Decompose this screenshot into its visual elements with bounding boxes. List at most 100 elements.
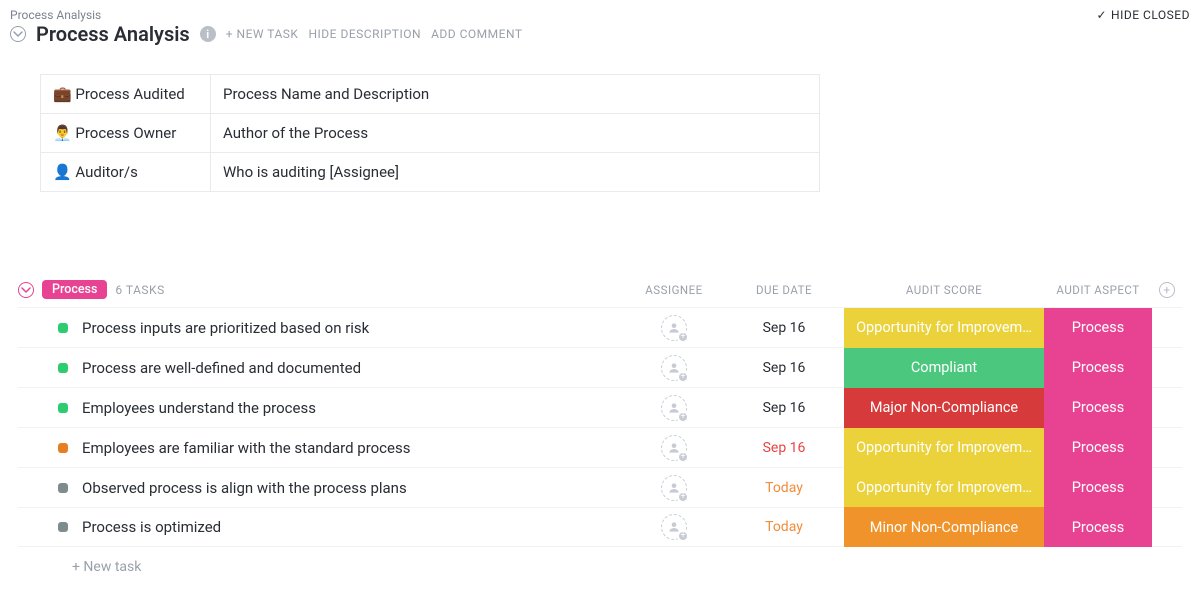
due-date[interactable]: Sep 16 <box>724 320 844 336</box>
assignee-cell[interactable]: + <box>624 315 724 341</box>
new-task-link[interactable]: + New task <box>18 547 1182 575</box>
task-main: Employees are familiar with the standard… <box>18 439 624 457</box>
due-date[interactable]: Sep 16 <box>724 400 844 416</box>
col-audit-score[interactable]: AUDIT SCORE <box>844 283 1044 297</box>
audit-aspect-cell[interactable]: Process <box>1044 388 1152 428</box>
assignee-avatar-icon[interactable]: + <box>661 435 687 461</box>
due-date[interactable]: Sep 16 <box>724 440 844 456</box>
task-name[interactable]: Process is optimized <box>82 518 221 536</box>
audit-score-chip: Minor Non-Compliance <box>844 507 1044 547</box>
audit-score-cell[interactable]: Major Non-Compliance <box>844 388 1044 428</box>
audit-score-chip: Opportunity for Improvem… <box>844 468 1044 508</box>
audit-score-chip: Major Non-Compliance <box>844 388 1044 428</box>
plus-icon: + <box>677 491 689 503</box>
desc-value[interactable]: Who is auditing [Assignee] <box>211 153 820 192</box>
audit-score-chip: Compliant <box>844 348 1044 388</box>
status-square-icon[interactable] <box>58 363 68 373</box>
desc-value[interactable]: Process Name and Description <box>211 75 820 114</box>
task-row[interactable]: Process are well-defined and documented +… <box>18 347 1182 387</box>
status-square-icon[interactable] <box>58 483 68 493</box>
task-list-section: Process 6 TASKS ASSIGNEE DUE DATE AUDIT … <box>0 280 1200 575</box>
task-name[interactable]: Observed process is align with the proce… <box>82 479 407 497</box>
plus-icon: + <box>677 530 689 542</box>
list-collapse-icon[interactable] <box>18 282 34 298</box>
audit-aspect-chip: Process <box>1044 308 1152 348</box>
due-date[interactable]: Today <box>724 519 844 535</box>
desc-label: 👨‍💼 Process Owner <box>41 114 211 153</box>
task-row[interactable]: Process is optimized + TodayMinor Non-Comp… <box>18 507 1182 547</box>
audit-aspect-cell[interactable]: Process <box>1044 308 1152 348</box>
audit-aspect-chip: Process <box>1044 428 1152 468</box>
audit-aspect-cell[interactable]: Process <box>1044 348 1152 388</box>
task-main: Observed process is align with the proce… <box>18 479 624 497</box>
audit-score-cell[interactable]: Opportunity for Improvem… <box>844 308 1044 348</box>
assignee-avatar-icon[interactable]: + <box>661 355 687 381</box>
assignee-avatar-icon[interactable]: + <box>661 315 687 341</box>
audit-aspect-chip: Process <box>1044 468 1152 508</box>
task-row[interactable]: Employees are familiar with the standard… <box>18 427 1182 467</box>
plus-icon: + <box>677 411 689 423</box>
task-name[interactable]: Process are well-defined and documented <box>82 359 361 377</box>
desc-label: 👤 Auditor/s <box>41 153 211 192</box>
task-name[interactable]: Process inputs are prioritized based on … <box>82 319 369 337</box>
desc-value[interactable]: Author of the Process <box>211 114 820 153</box>
col-audit-aspect[interactable]: AUDIT ASPECT <box>1044 283 1152 297</box>
status-square-icon[interactable] <box>58 443 68 453</box>
list-header: Process 6 TASKS ASSIGNEE DUE DATE AUDIT … <box>18 280 1182 307</box>
due-date[interactable]: Sep 16 <box>724 360 844 376</box>
assignee-cell[interactable]: + <box>624 355 724 381</box>
plus-icon: + <box>1159 282 1175 298</box>
audit-aspect-cell[interactable]: Process <box>1044 468 1152 508</box>
task-main: Process are well-defined and documented <box>18 359 624 377</box>
assignee-cell[interactable]: + <box>624 435 724 461</box>
plus-icon: + <box>677 371 689 383</box>
task-main: Process is optimized <box>18 518 624 536</box>
plus-icon: + <box>677 331 689 343</box>
status-pill[interactable]: Process <box>42 280 107 299</box>
description-row: 👨‍💼 Process OwnerAuthor of the Process <box>41 114 820 153</box>
audit-score-cell[interactable]: Opportunity for Improvem… <box>844 428 1044 468</box>
task-row[interactable]: Process inputs are prioritized based on … <box>18 307 1182 347</box>
check-icon: ✓ <box>1096 8 1107 22</box>
col-due-date[interactable]: DUE DATE <box>724 283 844 297</box>
audit-aspect-cell[interactable]: Process <box>1044 428 1152 468</box>
add-column[interactable]: + <box>1152 282 1182 298</box>
collapse-icon[interactable] <box>10 26 26 42</box>
assignee-avatar-icon[interactable]: + <box>661 395 687 421</box>
description-table: 💼 Process AuditedProcess Name and Descri… <box>40 74 820 192</box>
add-comment-action[interactable]: ADD COMMENT <box>431 27 522 41</box>
audit-score-cell[interactable]: Minor Non-Compliance <box>844 507 1044 547</box>
audit-aspect-chip: Process <box>1044 388 1152 428</box>
col-assignee[interactable]: ASSIGNEE <box>624 283 724 297</box>
audit-score-chip: Opportunity for Improvem… <box>844 308 1044 348</box>
assignee-avatar-icon[interactable]: + <box>661 514 687 540</box>
description-row: 👤 Auditor/sWho is auditing [Assignee] <box>41 153 820 192</box>
assignee-avatar-icon[interactable]: + <box>661 475 687 501</box>
task-row[interactable]: Employees understand the process + Sep 16M… <box>18 387 1182 427</box>
audit-score-cell[interactable]: Compliant <box>844 348 1044 388</box>
task-count: 6 TASKS <box>115 283 164 297</box>
desc-label: 💼 Process Audited <box>41 75 211 114</box>
task-main: Process inputs are prioritized based on … <box>18 319 624 337</box>
audit-score-cell[interactable]: Opportunity for Improvem… <box>844 468 1044 508</box>
audit-aspect-cell[interactable]: Process <box>1044 507 1152 547</box>
assignee-cell[interactable]: + <box>624 395 724 421</box>
task-main: Employees understand the process <box>18 399 624 417</box>
info-icon[interactable]: i <box>200 26 216 42</box>
status-square-icon[interactable] <box>58 403 68 413</box>
task-name[interactable]: Employees are familiar with the standard… <box>82 439 410 457</box>
task-name[interactable]: Employees understand the process <box>82 399 316 417</box>
assignee-cell[interactable]: + <box>624 514 724 540</box>
status-square-icon[interactable] <box>58 522 68 532</box>
breadcrumb[interactable]: Process Analysis <box>10 8 101 22</box>
new-task-action[interactable]: + NEW TASK <box>226 27 299 41</box>
columns-header: ASSIGNEE DUE DATE AUDIT SCORE AUDIT ASPE… <box>624 282 1182 298</box>
description-row: 💼 Process AuditedProcess Name and Descri… <box>41 75 820 114</box>
hide-closed-toggle[interactable]: ✓ HIDE CLOSED <box>1096 8 1190 22</box>
status-square-icon[interactable] <box>58 323 68 333</box>
hide-description-action[interactable]: HIDE DESCRIPTION <box>308 27 421 41</box>
audit-aspect-chip: Process <box>1044 507 1152 547</box>
task-row[interactable]: Observed process is align with the proce… <box>18 467 1182 507</box>
assignee-cell[interactable]: + <box>624 475 724 501</box>
due-date[interactable]: Today <box>724 480 844 496</box>
